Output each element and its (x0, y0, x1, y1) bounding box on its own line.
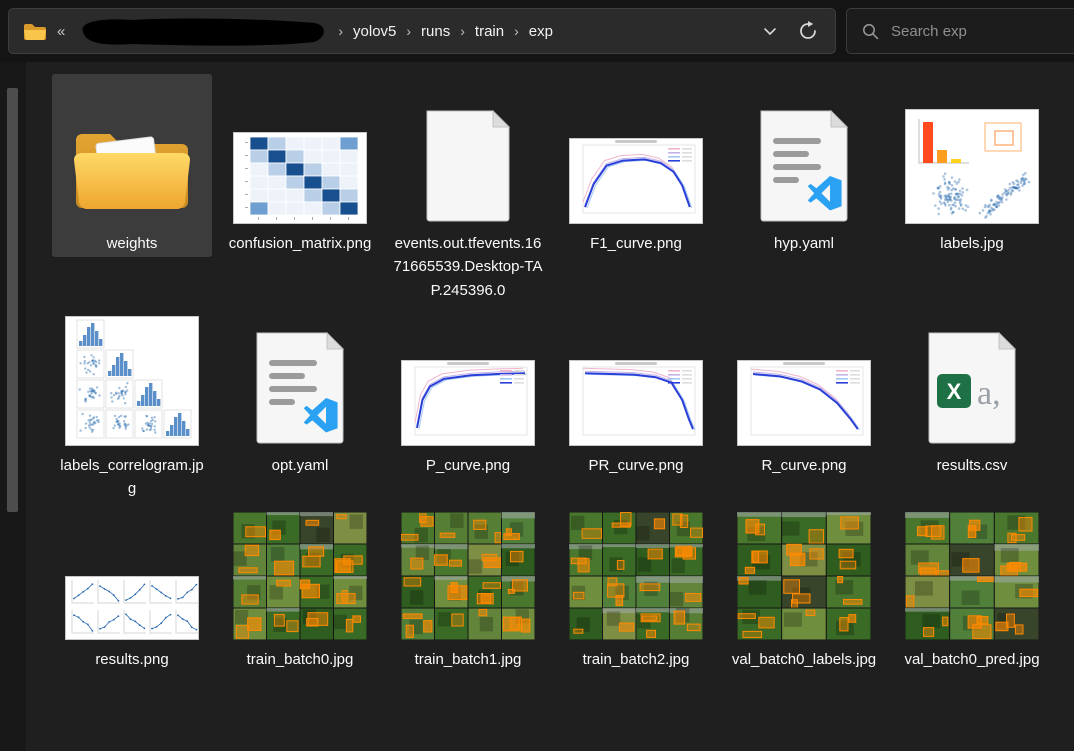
file-name: train_batch0.jpg (246, 651, 354, 669)
svg-text:X: X (947, 379, 962, 404)
file-item[interactable]: train_batch2.jpg (556, 510, 716, 673)
file-name: train_batch2.jpg (582, 651, 690, 669)
search-box[interactable] (846, 8, 1074, 54)
yaml-thumbnail (755, 76, 853, 224)
mosaic-thumbnail (233, 512, 367, 641)
folder-thumbnail (68, 76, 196, 224)
address-bar[interactable]: « › yolov5 › runs › train › exp (8, 8, 836, 54)
curve-r-thumbnail (737, 314, 871, 446)
breadcrumb-item[interactable]: runs (414, 20, 457, 43)
file-name: confusion_matrix.png (228, 235, 372, 252)
curve-pr-thumbnail (569, 314, 703, 446)
file-item[interactable]: val_batch0_labels.jpg (724, 510, 884, 673)
file-item[interactable]: results.png (52, 510, 212, 673)
toolbar: « › yolov5 › runs › train › exp (0, 0, 1074, 62)
excel-thumbnail: Xa, (923, 314, 1021, 446)
labels-thumbnail (905, 76, 1039, 224)
file-name: P_curve.png (425, 456, 511, 474)
confusion-matrix-thumbnail (233, 76, 367, 224)
file-item[interactable]: opt.yaml (220, 312, 380, 479)
file-item[interactable]: weights (52, 74, 212, 258)
curve-p-thumbnail (401, 314, 535, 446)
breadcrumb-item[interactable]: exp (522, 20, 560, 43)
file-name: PR_curve.png (588, 456, 684, 474)
svg-text:a,: a, (977, 375, 1001, 412)
breadcrumb-separator: › (406, 23, 412, 39)
file-name: events.out.tfevents.1671665539.Desktop-T… (393, 235, 543, 299)
file-name: weights (106, 235, 158, 252)
file-item[interactable]: R_curve.png (724, 312, 884, 479)
breadcrumb-item[interactable]: yolov5 (346, 20, 403, 43)
file-item[interactable]: F1_curve.png (556, 74, 716, 257)
file-item[interactable]: confusion_matrix.png (220, 74, 380, 257)
file-name: train_batch1.jpg (414, 651, 522, 669)
file-item[interactable]: hyp.yaml (724, 74, 884, 257)
file-item[interactable]: labels.jpg (892, 74, 1052, 257)
file-name: F1_curve.png (590, 235, 682, 252)
mosaic-thumbnail (569, 512, 703, 641)
file-item[interactable]: P_curve.png (388, 312, 548, 479)
file-item[interactable]: train_batch0.jpg (220, 510, 380, 673)
chevron-down-icon[interactable] (755, 16, 785, 46)
file-name: results.csv (936, 456, 1008, 474)
file-name: opt.yaml (271, 456, 329, 474)
file-name: val_batch0_pred.jpg (904, 651, 1040, 669)
file-name: R_curve.png (761, 456, 847, 474)
folder-icon (21, 16, 47, 46)
file-grid: weights confusion_matrix.png events.out.tf… (48, 74, 1056, 674)
correlogram-thumbnail (65, 314, 199, 446)
refresh-icon[interactable] (793, 16, 823, 46)
mosaic-thumbnail (737, 512, 871, 641)
yaml-thumbnail (251, 314, 349, 446)
file-explorer-window: « › yolov5 › runs › train › exp Search e… (0, 0, 1074, 751)
search-icon (861, 22, 879, 40)
file-name: results.png (95, 651, 169, 669)
breadcrumb-separator: › (514, 23, 519, 39)
search-input[interactable] (889, 21, 1074, 41)
file-item[interactable]: labels_correlogram.jpg (52, 312, 212, 503)
chevrons-left-icon[interactable]: « (55, 23, 67, 40)
file-item[interactable]: PR_curve.png (556, 312, 716, 479)
file-item[interactable]: Xa, results.csv (892, 312, 1052, 479)
file-name: val_batch0_labels.jpg (731, 651, 877, 669)
breadcrumb-separator: › (460, 23, 465, 39)
left-scrollbar[interactable] (0, 62, 26, 751)
results-grid-thumbnail (65, 512, 199, 641)
file-name: labels_correlogram.jpg (60, 456, 204, 497)
file-item[interactable]: val_batch0_pred.jpg (892, 510, 1052, 673)
file-list-area: weights confusion_matrix.png events.out.tf… (0, 62, 1074, 751)
mosaic-thumbnail (905, 512, 1039, 641)
breadcrumb: › yolov5 › runs › train › exp (335, 20, 560, 43)
breadcrumb-item[interactable]: train (468, 20, 511, 43)
breadcrumb-separator: › (338, 23, 344, 39)
document-thumbnail (421, 76, 515, 224)
file-item[interactable]: train_batch1.jpg (388, 510, 548, 673)
redaction-scribble (75, 15, 327, 47)
file-item[interactable]: events.out.tfevents.1671665539.Desktop-T… (388, 74, 548, 304)
file-name: hyp.yaml (773, 235, 835, 252)
curve-f1-thumbnail (569, 76, 703, 224)
scrollbar-thumb[interactable] (7, 88, 18, 512)
file-name: labels.jpg (940, 235, 1004, 252)
mosaic-thumbnail (401, 512, 535, 641)
